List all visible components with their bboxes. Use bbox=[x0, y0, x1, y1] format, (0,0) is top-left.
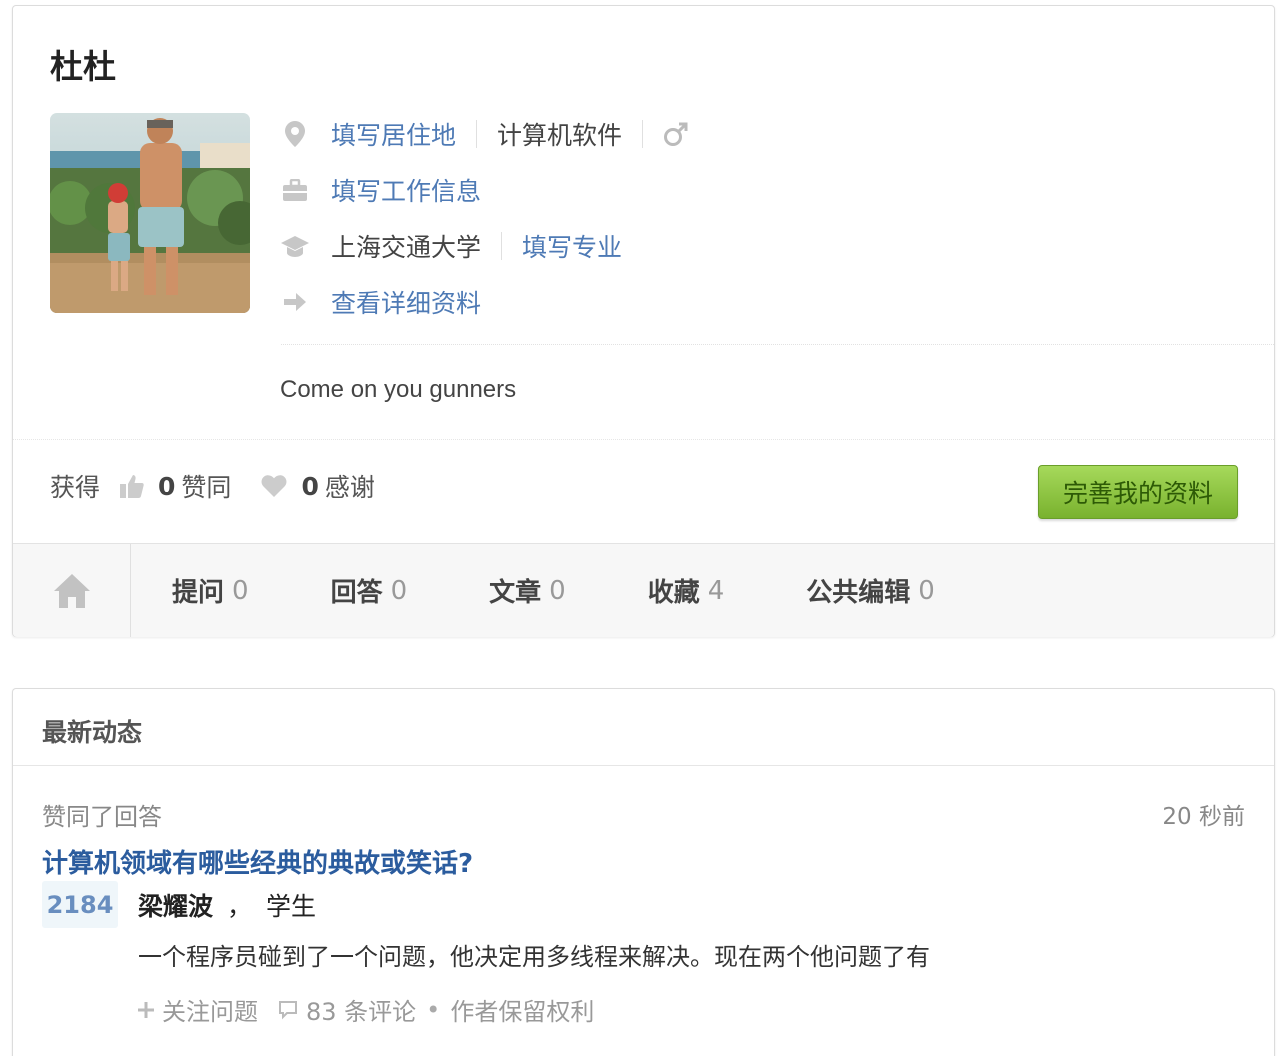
male-gender-icon bbox=[663, 121, 689, 147]
bio-text: Come on you gunners bbox=[280, 376, 517, 403]
author-name-link[interactable]: 梁耀波 bbox=[138, 892, 213, 921]
tab-answers[interactable]: 回答 0 bbox=[331, 544, 408, 637]
work-row: 填写工作信息 bbox=[281, 170, 481, 210]
stats-bar: 获得 0 赞同 0 感谢 bbox=[50, 468, 375, 504]
profile-card: 杜杜 填写居住地 计算机软件 填写工作信息 上海交通大学 填写专业 查看详细资料… bbox=[12, 5, 1275, 637]
copyright-link[interactable]: 作者保留权利 bbox=[450, 992, 594, 1027]
school-text: 上海交通大学 bbox=[331, 233, 482, 262]
activity-feed-card: 最新动态 赞同了回答 20 秒前 计算机领域有哪些经典的典故或笑话? 2184 … bbox=[12, 688, 1275, 1056]
tab-label: 公共编辑 bbox=[806, 578, 911, 608]
profile-tabs: 提问 0 回答 0 文章 0 收藏 4 公共编辑 0 bbox=[13, 543, 1274, 637]
tab-label: 文章 bbox=[489, 578, 542, 608]
feed-title: 最新动态 bbox=[42, 718, 143, 747]
tab-collections[interactable]: 收藏 4 bbox=[648, 544, 725, 637]
graduation-cap-icon bbox=[281, 232, 309, 260]
feed-timestamp: 20 秒前 bbox=[1162, 804, 1245, 830]
follow-question-button[interactable]: 关注问题 bbox=[138, 992, 258, 1027]
education-row: 上海交通大学 填写专业 bbox=[281, 226, 622, 266]
tab-label: 收藏 bbox=[647, 578, 700, 608]
comments-label: 83 条评论 bbox=[306, 998, 417, 1026]
plus-icon bbox=[138, 1001, 154, 1018]
comment-icon bbox=[279, 1000, 297, 1019]
question-title-link[interactable]: 计算机领域有哪些经典的典故或笑话? bbox=[42, 843, 473, 880]
tab-count: 0 bbox=[232, 575, 249, 606]
agree-label: 赞同 bbox=[181, 473, 232, 502]
arrow-right-icon bbox=[281, 288, 309, 316]
dot-separator: • bbox=[426, 995, 441, 1024]
separator bbox=[476, 120, 478, 148]
tab-label: 提问 bbox=[172, 578, 225, 608]
answer-actions: 关注问题 83 条评论 • 作者保留权利 bbox=[138, 992, 594, 1027]
view-details-link[interactable]: 查看详细资料 bbox=[331, 284, 481, 320]
heart-icon bbox=[261, 475, 287, 497]
location-pin-icon bbox=[281, 120, 309, 148]
divider bbox=[13, 439, 1274, 440]
home-icon bbox=[53, 573, 90, 608]
tab-count: 4 bbox=[707, 575, 725, 606]
tab-count: 0 bbox=[390, 575, 408, 606]
answer-snippet[interactable]: 一个程序员碰到了一个问题，他决定用多线程来解决。现在两个他问题了有 bbox=[138, 937, 930, 972]
answer-author: 梁耀波 ， 学生 bbox=[138, 887, 316, 923]
details-row: 查看详细资料 bbox=[281, 282, 481, 322]
profile-name: 杜杜 bbox=[50, 47, 116, 86]
tab-articles[interactable]: 文章 0 bbox=[489, 544, 566, 637]
divider bbox=[281, 344, 1274, 345]
thumbs-up-icon bbox=[120, 474, 144, 498]
thanks-label: 感谢 bbox=[324, 473, 375, 502]
briefcase-icon bbox=[281, 176, 309, 204]
tab-home[interactable] bbox=[13, 544, 131, 637]
fill-major-link[interactable]: 填写专业 bbox=[522, 228, 622, 264]
separator bbox=[501, 232, 503, 260]
tab-questions[interactable]: 提问 0 bbox=[172, 544, 249, 637]
follow-label: 关注问题 bbox=[162, 998, 258, 1026]
agree-count: 0 bbox=[158, 471, 176, 501]
location-row: 填写居住地 计算机软件 bbox=[281, 114, 689, 154]
avatar[interactable] bbox=[50, 113, 250, 313]
fill-work-link[interactable]: 填写工作信息 bbox=[331, 172, 481, 208]
tab-count: 0 bbox=[549, 575, 566, 606]
tab-public-edits[interactable]: 公共编辑 0 bbox=[806, 544, 935, 637]
separator bbox=[642, 120, 644, 148]
divider bbox=[13, 765, 1274, 766]
complete-profile-button[interactable]: 完善我的资料 bbox=[1038, 465, 1238, 519]
tab-count: 0 bbox=[918, 575, 935, 606]
industry-text: 计算机软件 bbox=[497, 121, 623, 150]
thanks-count: 0 bbox=[301, 471, 319, 501]
feed-action-text: 赞同了回答 bbox=[42, 803, 162, 831]
comments-button[interactable]: 83 条评论 bbox=[278, 992, 416, 1027]
vote-count-badge[interactable]: 2184 bbox=[42, 881, 118, 928]
stats-prefix: 获得 bbox=[50, 473, 101, 502]
avatar-image bbox=[50, 113, 250, 313]
tab-label: 回答 bbox=[330, 578, 383, 608]
author-title: 学生 bbox=[265, 892, 316, 921]
author-separator: ， bbox=[226, 892, 252, 921]
fill-location-link[interactable]: 填写居住地 bbox=[331, 116, 456, 152]
